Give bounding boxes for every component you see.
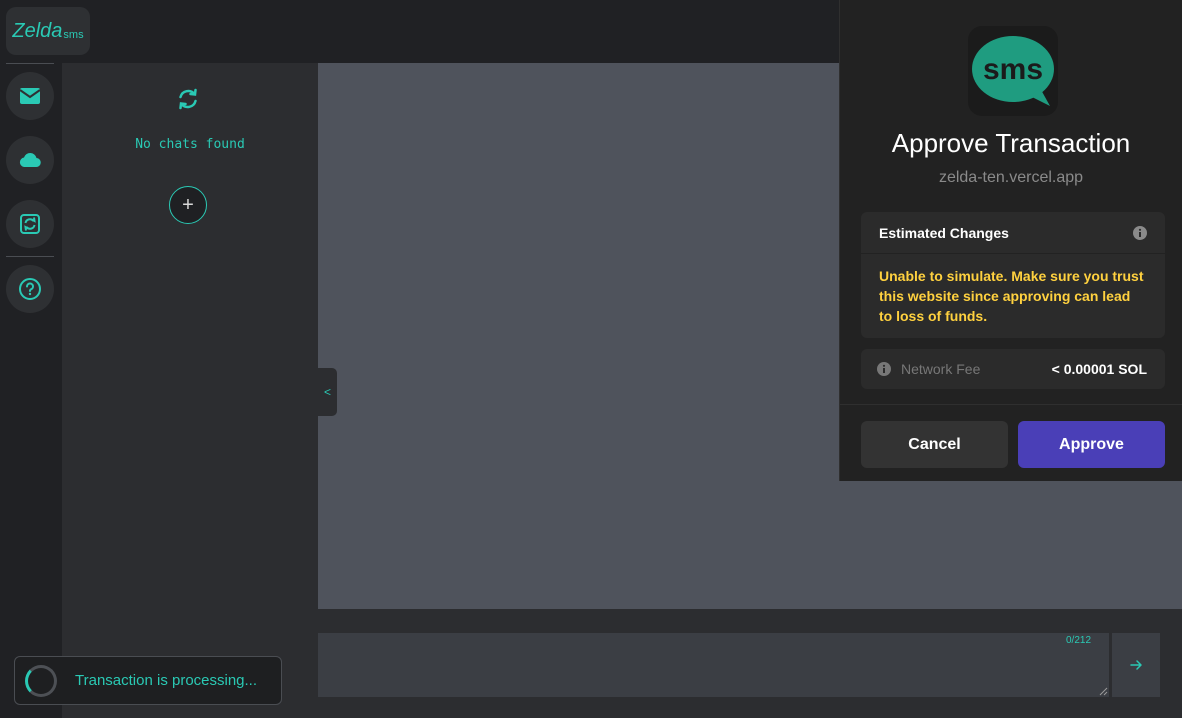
arrow-right-icon [1130,660,1142,670]
app-icon-text: sms [983,53,1043,86]
chat-list-panel: No chats found + [62,63,318,718]
resize-grip-icon[interactable] [1098,686,1108,696]
empty-chats-text: No chats found [135,137,245,152]
add-chat-button[interactable]: + [169,186,207,224]
cloud-icon [19,153,41,168]
estimated-changes-header: Estimated Changes [861,212,1165,254]
refresh-icon[interactable] [176,87,200,111]
mail-icon [19,88,41,104]
send-button[interactable] [1112,633,1160,697]
wallet-origin: zelda-ten.vercel.app [938,169,1084,186]
app-logo[interactable]: Zelda sms [6,7,90,55]
sync-icon [20,214,40,234]
wallet-title: Approve Transaction [891,128,1131,158]
network-fee-label: Network Fee [901,361,981,377]
network-fee-value: < 0.00001 SOL [1051,361,1147,377]
help-icon [19,278,41,300]
estimated-changes-card: Estimated Changes Unable to simulate. Ma… [861,212,1165,338]
sms-app-icon: sms [968,26,1058,116]
network-fee-card: Network Fee < 0.00001 SOL [861,349,1165,389]
nav-cloud-button[interactable] [6,136,54,184]
toast-text: Transaction is processing... [75,672,258,689]
transaction-toast: Transaction is processing... [14,656,282,705]
info-icon[interactable] [877,362,891,376]
nav-divider [6,256,54,257]
loading-spinner-icon [25,664,57,697]
logo-suffix: sms [63,29,84,41]
wallet-footer: Cancel Approve [840,404,1182,481]
approve-button[interactable]: Approve [1018,421,1165,468]
logo-name: Zelda [12,19,63,42]
message-input[interactable] [318,633,1109,697]
info-icon[interactable] [1133,225,1147,240]
collapse-sidebar-button[interactable]: < [318,368,337,416]
nav-divider [6,63,54,64]
nav-help-button[interactable] [6,265,54,313]
app-window: Zelda sms No chats found + < 0/212 Trans… [0,0,1182,718]
nav-sync-button[interactable] [6,200,54,248]
estimated-changes-title: Estimated Changes [879,224,1009,241]
wallet-approval-popup: sms Approve Transaction zelda-ten.vercel… [839,0,1182,481]
simulation-warning: Unable to simulate. Make sure you trust … [879,268,1144,324]
char-counter: 0/212 [1066,635,1092,646]
cancel-button[interactable]: Cancel [861,421,1008,468]
nav-messages-button[interactable] [6,72,54,120]
